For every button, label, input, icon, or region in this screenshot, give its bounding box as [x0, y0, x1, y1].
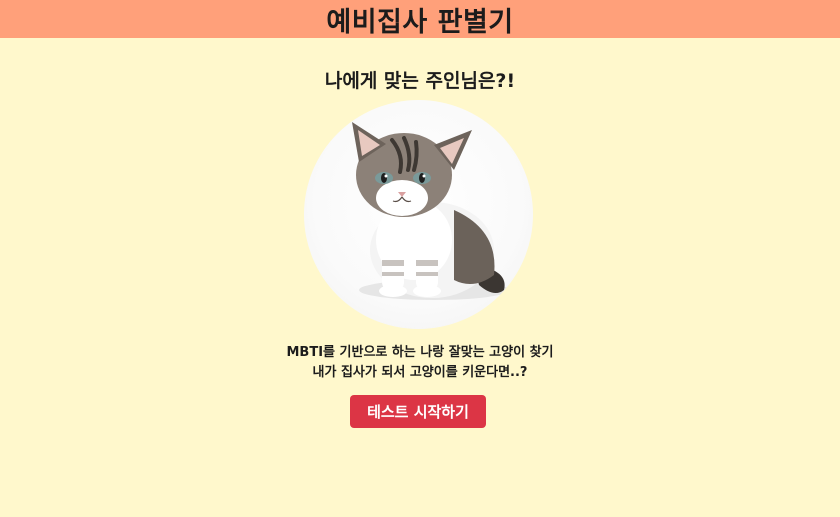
page-title: 예비집사 판별기 — [326, 6, 514, 38]
description-line-2: 내가 집사가 되서 고양이를 키운다면..? — [312, 365, 528, 380]
kitten-image — [304, 100, 533, 329]
description: MBTI를 기반으로 하는 나랑 잘맞는 고양이 찾기 내가 집사가 되서 고양… — [0, 343, 840, 383]
app-header: 예비집사 판별기 — [0, 0, 840, 38]
description-line-1: MBTI를 기반으로 하는 나랑 잘맞는 고양이 찾기 — [286, 345, 554, 360]
subtitle: 나에게 맞는 주인님은?! — [324, 70, 516, 92]
main-content: 나에게 맞는 주인님은?! MBTI를 기반으로 하는 나랑 잘맞는 고양이 찾… — [0, 38, 840, 517]
start-test-button[interactable]: 테스트 시작하기 — [350, 395, 486, 428]
